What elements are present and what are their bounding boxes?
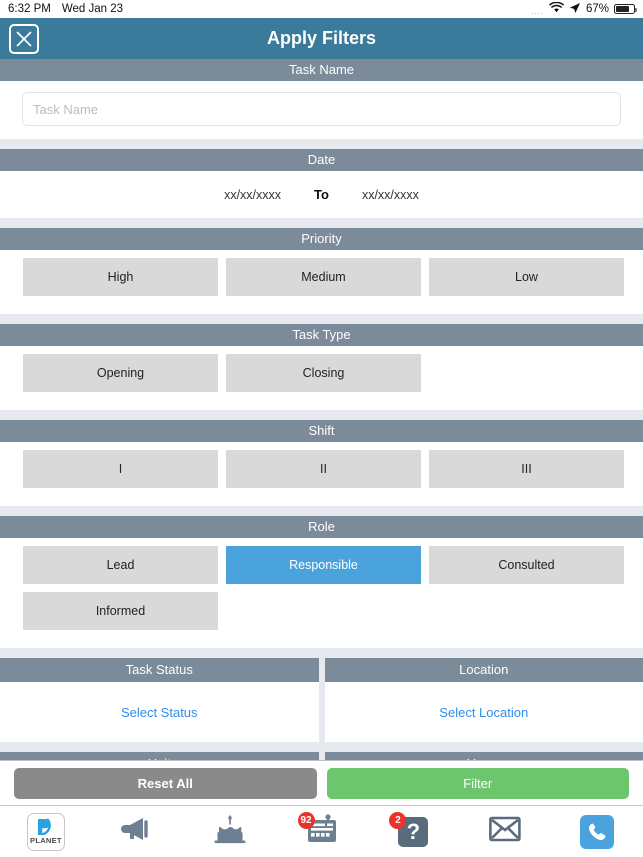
help-badge: 2	[389, 811, 407, 829]
section-header-priority: Priority	[0, 228, 643, 250]
birthday-cake-icon	[213, 814, 247, 849]
section-divider	[0, 410, 643, 420]
select-location-link[interactable]: Select Location	[439, 705, 528, 720]
bottom-tab-bar: PLANET 92 2 ?	[0, 805, 643, 857]
tab-mail[interactable]	[459, 806, 551, 857]
section-body-priority: High Medium Low	[0, 250, 643, 314]
section-header-task-type: Task Type	[0, 324, 643, 346]
section-header-task-name: Task Name	[0, 59, 643, 81]
chip-consulted[interactable]: Consulted	[429, 546, 624, 584]
section-header-role: Role	[0, 516, 643, 538]
tasks-badge: 92	[297, 811, 315, 829]
task-status-panel: Task Status Select Status	[0, 658, 319, 742]
tab-birthdays[interactable]	[184, 806, 276, 857]
tab-announcements[interactable]	[92, 806, 184, 857]
reset-all-button[interactable]: Reset All	[14, 767, 317, 799]
chip-ii[interactable]: II	[226, 450, 421, 488]
section-header-location: Location	[324, 658, 643, 682]
unit-users-row: Unit Select Unit Users Select User	[0, 752, 643, 760]
signal-dots-icon: ....	[531, 6, 544, 16]
wifi-icon	[549, 1, 564, 16]
status-time: 6:32 PM	[8, 3, 51, 15]
battery-percent: 67%	[585, 3, 609, 15]
date-from-field[interactable]: xx/xx/xxxx	[224, 188, 281, 202]
section-divider	[0, 218, 643, 228]
chip-opening[interactable]: Opening	[23, 354, 218, 392]
shift-chip-group: I II III	[0, 442, 643, 506]
chip-responsible[interactable]: Responsible	[226, 546, 421, 584]
page-title: Apply Filters	[266, 28, 377, 48]
section-header-unit: Unit	[0, 752, 319, 760]
section-header-users: Users	[324, 752, 643, 760]
chip-high[interactable]: High	[23, 258, 218, 296]
section-body-task-type: Opening Closing	[0, 346, 643, 410]
section-body-role: Lead Responsible Consulted Informed	[0, 538, 643, 648]
status-location-row: Task Status Select Status Location Selec…	[0, 658, 643, 742]
task-type-chip-group: Opening Closing	[0, 346, 643, 410]
role-chip-group: Lead Responsible Consulted Informed	[0, 538, 643, 648]
megaphone-icon	[120, 816, 155, 847]
status-bar: 6:32 PM Wed Jan 23 .... 67%	[0, 0, 643, 18]
phone-icon	[580, 814, 615, 849]
planet-wordmark: PLANET	[30, 836, 62, 845]
location-panel: Location Select Location	[324, 658, 643, 742]
location-arrow-icon	[569, 2, 581, 17]
section-header-date: Date	[0, 149, 643, 171]
filter-button[interactable]: Filter	[326, 767, 629, 799]
users-panel: Users Select User	[324, 752, 643, 760]
chip-low[interactable]: Low	[429, 258, 624, 296]
select-status-link[interactable]: Select Status	[121, 705, 198, 720]
app-header: Apply Filters	[0, 18, 643, 59]
battery-icon	[614, 4, 637, 14]
envelope-icon	[489, 816, 521, 847]
task-name-input[interactable]	[22, 92, 621, 126]
action-footer: Reset All Filter	[0, 760, 643, 805]
chip-medium[interactable]: Medium	[226, 258, 421, 296]
priority-chip-group: High Medium Low	[0, 250, 643, 314]
section-divider	[0, 314, 643, 324]
unit-panel: Unit Select Unit	[0, 752, 319, 760]
section-body-shift: I II III	[0, 442, 643, 506]
filter-screen: 6:32 PM Wed Jan 23 .... 67% Apply Filter…	[0, 0, 643, 857]
chip-lead[interactable]: Lead	[23, 546, 218, 584]
status-date: Wed Jan 23	[61, 3, 123, 15]
section-body-task-name	[0, 81, 643, 139]
planet-logo: PLANET	[26, 812, 65, 851]
close-icon[interactable]	[9, 23, 39, 54]
section-divider	[0, 648, 643, 658]
date-to-field[interactable]: xx/xx/xxxx	[362, 188, 419, 202]
tab-help[interactable]: 2 ?	[367, 806, 459, 857]
tab-phone[interactable]	[551, 806, 643, 857]
chip-closing[interactable]: Closing	[226, 354, 421, 392]
section-divider	[0, 506, 643, 516]
section-divider	[0, 742, 643, 752]
filter-body[interactable]: Task Name Date xx/xx/xxxx To xx/xx/xxxx …	[0, 59, 643, 760]
section-divider	[0, 139, 643, 149]
chip-informed[interactable]: Informed	[23, 592, 218, 630]
chip-iii[interactable]: III	[429, 450, 624, 488]
chip-i[interactable]: I	[23, 450, 218, 488]
section-body-date: xx/xx/xxxx To xx/xx/xxxx	[0, 171, 643, 218]
section-header-task-status: Task Status	[0, 658, 319, 682]
tab-planet-home[interactable]: PLANET	[0, 806, 92, 857]
section-header-shift: Shift	[0, 420, 643, 442]
date-to-label: To	[314, 187, 329, 202]
tab-tasks[interactable]: 92	[276, 806, 368, 857]
